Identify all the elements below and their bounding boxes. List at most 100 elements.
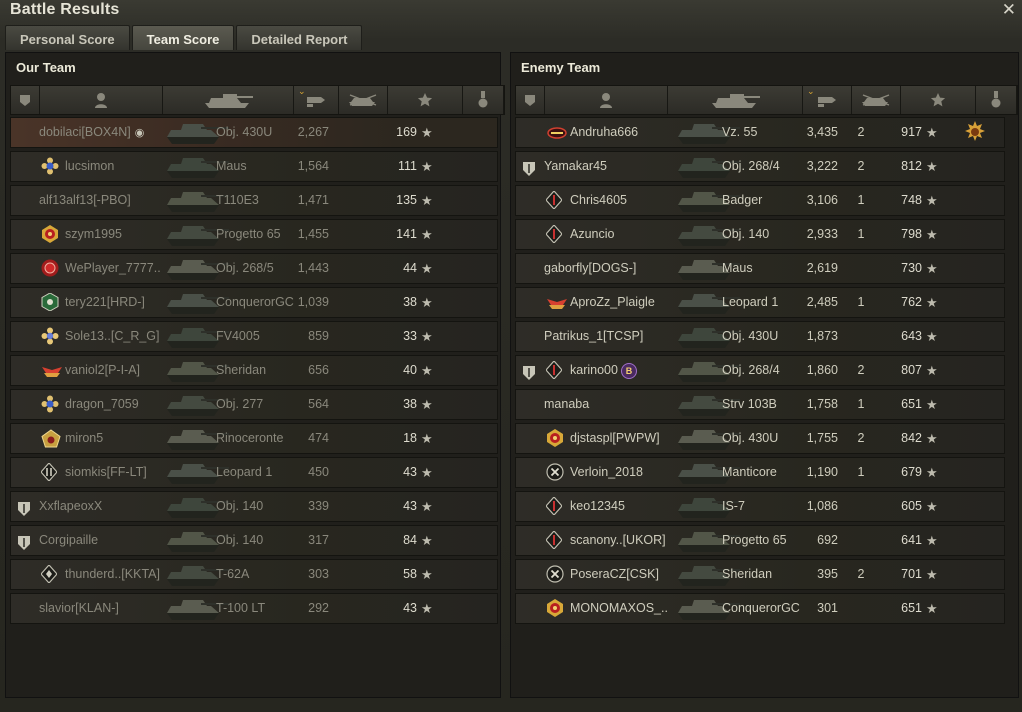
- kills-value: 1: [857, 465, 865, 479]
- rank-emblem-icon: [546, 599, 568, 617]
- player-name: szym1995: [65, 227, 122, 241]
- medal-icon[interactable]: [976, 86, 1017, 114]
- kills-icon[interactable]: [339, 86, 388, 114]
- tank-name: T-62A: [216, 567, 250, 581]
- player-row[interactable]: Sole13..[C_R_G] FV4005 859 33 ★: [10, 321, 498, 352]
- player-row[interactable]: vaniol2[P-I-A] Sheridan 656 40 ★: [10, 355, 498, 386]
- player-row[interactable]: alf13alf13[-PBO] T110E3 1,471 135 ★: [10, 185, 498, 216]
- kills-value: [846, 594, 876, 623]
- player-row[interactable]: Andruha666 Vz. 55 3,435 2 917 ★: [515, 117, 1005, 148]
- player-row[interactable]: Verloin_2018 Manticore 1,190 1 679 ★: [515, 457, 1005, 488]
- xp-star-icon[interactable]: [901, 86, 976, 114]
- player-icon[interactable]: [40, 86, 163, 114]
- close-icon[interactable]: ✕: [1002, 0, 1016, 20]
- damage-value: 2,619: [806, 261, 838, 275]
- tank-name: Sheridan: [216, 363, 267, 377]
- player-row[interactable]: tery221[HRD-] ConquerorGC 1,039 38 ★: [10, 287, 498, 318]
- player-row[interactable]: manaba Strv 103B 1,758 1 651 ★: [515, 389, 1005, 420]
- battle-results-window: Battle Results ✕ Personal Score Team Sco…: [0, 0, 1022, 712]
- player-row[interactable]: keo12345 IS-7 1,086 605 ★: [515, 491, 1005, 522]
- player-row[interactable]: dragon_7059 Obj. 277 564 38 ★: [10, 389, 498, 420]
- xp-value: 43: [403, 601, 417, 615]
- player-name: tery221[HRD-]: [65, 295, 145, 309]
- kills-value: 2: [857, 431, 865, 445]
- xp-value: 605: [901, 499, 922, 513]
- badge-icon[interactable]: [11, 86, 40, 114]
- player-row[interactable]: siomkis[FF-LT] Leopard 1 450 43 ★: [10, 457, 498, 488]
- xp-star-icon: ★: [926, 465, 938, 480]
- player-row[interactable]: WePlayer_7777.. Obj. 268/5 1,443 44 ★: [10, 253, 498, 284]
- xp-value: 641: [901, 533, 922, 547]
- xp-value: 701: [901, 567, 922, 581]
- player-name: Chris4605: [570, 193, 627, 207]
- medal-icon[interactable]: [463, 86, 504, 114]
- tab-detailed-report[interactable]: Detailed Report: [236, 25, 363, 50]
- shield-badge-icon: [522, 159, 538, 176]
- kills-value: [341, 254, 371, 283]
- xp-value: 141: [396, 227, 417, 241]
- player-row[interactable]: PoseraCZ[CSK] Sheridan 395 2 701 ★: [515, 559, 1005, 590]
- player-row[interactable]: MONOMAXOS_.. ConquerorGC 301 651 ★: [515, 593, 1005, 624]
- player-row[interactable]: karino00 B Obj. 268/4 1,860 2 807 ★: [515, 355, 1005, 386]
- player-row[interactable]: XxflapeoxX Obj. 140 339 43 ★: [10, 491, 498, 522]
- damage-value: 3,435: [806, 125, 838, 139]
- player-row[interactable]: AproZz_Plaigle Leopard 1 2,485 1 762 ★: [515, 287, 1005, 318]
- player-name: WePlayer_7777..: [65, 261, 161, 275]
- kills-icon[interactable]: [852, 86, 901, 114]
- player-row[interactable]: miron5 Rinoceronte 474 18 ★: [10, 423, 498, 454]
- kills-value: 1: [857, 397, 865, 411]
- achievement-medal-icon[interactable]: [964, 121, 986, 143]
- player-icon[interactable]: [545, 86, 668, 114]
- damage-value: 3,106: [806, 193, 838, 207]
- player-row[interactable]: Corgipaille Obj. 140 317 84 ★: [10, 525, 498, 556]
- player-row[interactable]: djstaspl[PWPW] Obj. 430U 1,755 2 842 ★: [515, 423, 1005, 454]
- damage-value: 1,564: [297, 159, 329, 173]
- xp-star-icon: ★: [421, 465, 433, 480]
- xp-star-icon: ★: [926, 193, 938, 208]
- xp-star-icon: ★: [421, 601, 433, 616]
- xp-star-icon: ★: [926, 431, 938, 446]
- tab-team-score[interactable]: Team Score: [131, 25, 235, 50]
- player-row[interactable]: dobilaci[BOX4N] ◉ Obj. 430U 2,267 169 ★: [10, 117, 498, 148]
- tank-name: Manticore: [722, 465, 777, 479]
- xp-star-icon[interactable]: [388, 86, 463, 114]
- rank-emblem-icon: [546, 463, 568, 481]
- rank-emblem-icon: [545, 360, 568, 380]
- player-name: dragon_7059: [65, 397, 139, 411]
- tank-icon[interactable]: [163, 86, 294, 114]
- damage-icon[interactable]: ⌄: [803, 86, 852, 114]
- badge-icon[interactable]: [516, 86, 545, 114]
- player-name: Verloin_2018: [570, 465, 643, 479]
- xp-value: 84: [403, 533, 417, 547]
- player-row[interactable]: Patrikus_1[TCSP] Obj. 430U 1,873 643 ★: [515, 321, 1005, 352]
- rank-emblem-icon: [41, 259, 63, 277]
- damage-icon[interactable]: ⌄: [294, 86, 339, 114]
- player-row[interactable]: lucsimon Maus 1,564 111 ★: [10, 151, 498, 182]
- rank-emblem-icon: [41, 292, 63, 312]
- kills-value: [846, 254, 876, 283]
- damage-value: 564: [308, 397, 329, 411]
- player-name: slavior[KLAN-]: [39, 601, 119, 615]
- our-team-panel: Our Team ⌄ dobilaci[BOX4N] ◉ Obj. 430U 2,26…: [5, 52, 505, 698]
- player-row[interactable]: slavior[KLAN-] T-100 LT 292 43 ★: [10, 593, 498, 624]
- tank-name: Obj. 268/5: [216, 261, 274, 275]
- xp-star-icon: ★: [926, 397, 938, 412]
- player-name: Andruha666: [570, 125, 639, 139]
- player-name: manaba: [544, 397, 590, 411]
- xp-star-icon: ★: [926, 363, 938, 378]
- player-row[interactable]: thunderd..[KKTA] T-62A 303 58 ★: [10, 559, 498, 590]
- player-row[interactable]: Yamakar45 Obj. 268/4 3,222 2 812 ★: [515, 151, 1005, 182]
- xp-value: 43: [403, 465, 417, 479]
- tank-icon[interactable]: [668, 86, 803, 114]
- tab-personal-score[interactable]: Personal Score: [5, 25, 130, 50]
- xp-star-icon: ★: [926, 295, 938, 310]
- player-row[interactable]: szym1995 Progetto 65 1,455 141 ★: [10, 219, 498, 250]
- xp-star-icon: ★: [421, 261, 433, 276]
- player-row[interactable]: scanony..[UKOR] Progetto 65 692 641 ★: [515, 525, 1005, 556]
- xp-value: 651: [901, 397, 922, 411]
- player-row[interactable]: Chris4605 Badger 3,106 1 748 ★: [515, 185, 1005, 216]
- shield-badge-icon: [17, 533, 33, 550]
- player-row[interactable]: Azuncio Obj. 140 2,933 1 798 ★: [515, 219, 1005, 250]
- kills-value: 2: [857, 567, 865, 581]
- player-row[interactable]: gaborfly[DOGS-] Maus 2,619 730 ★: [515, 253, 1005, 284]
